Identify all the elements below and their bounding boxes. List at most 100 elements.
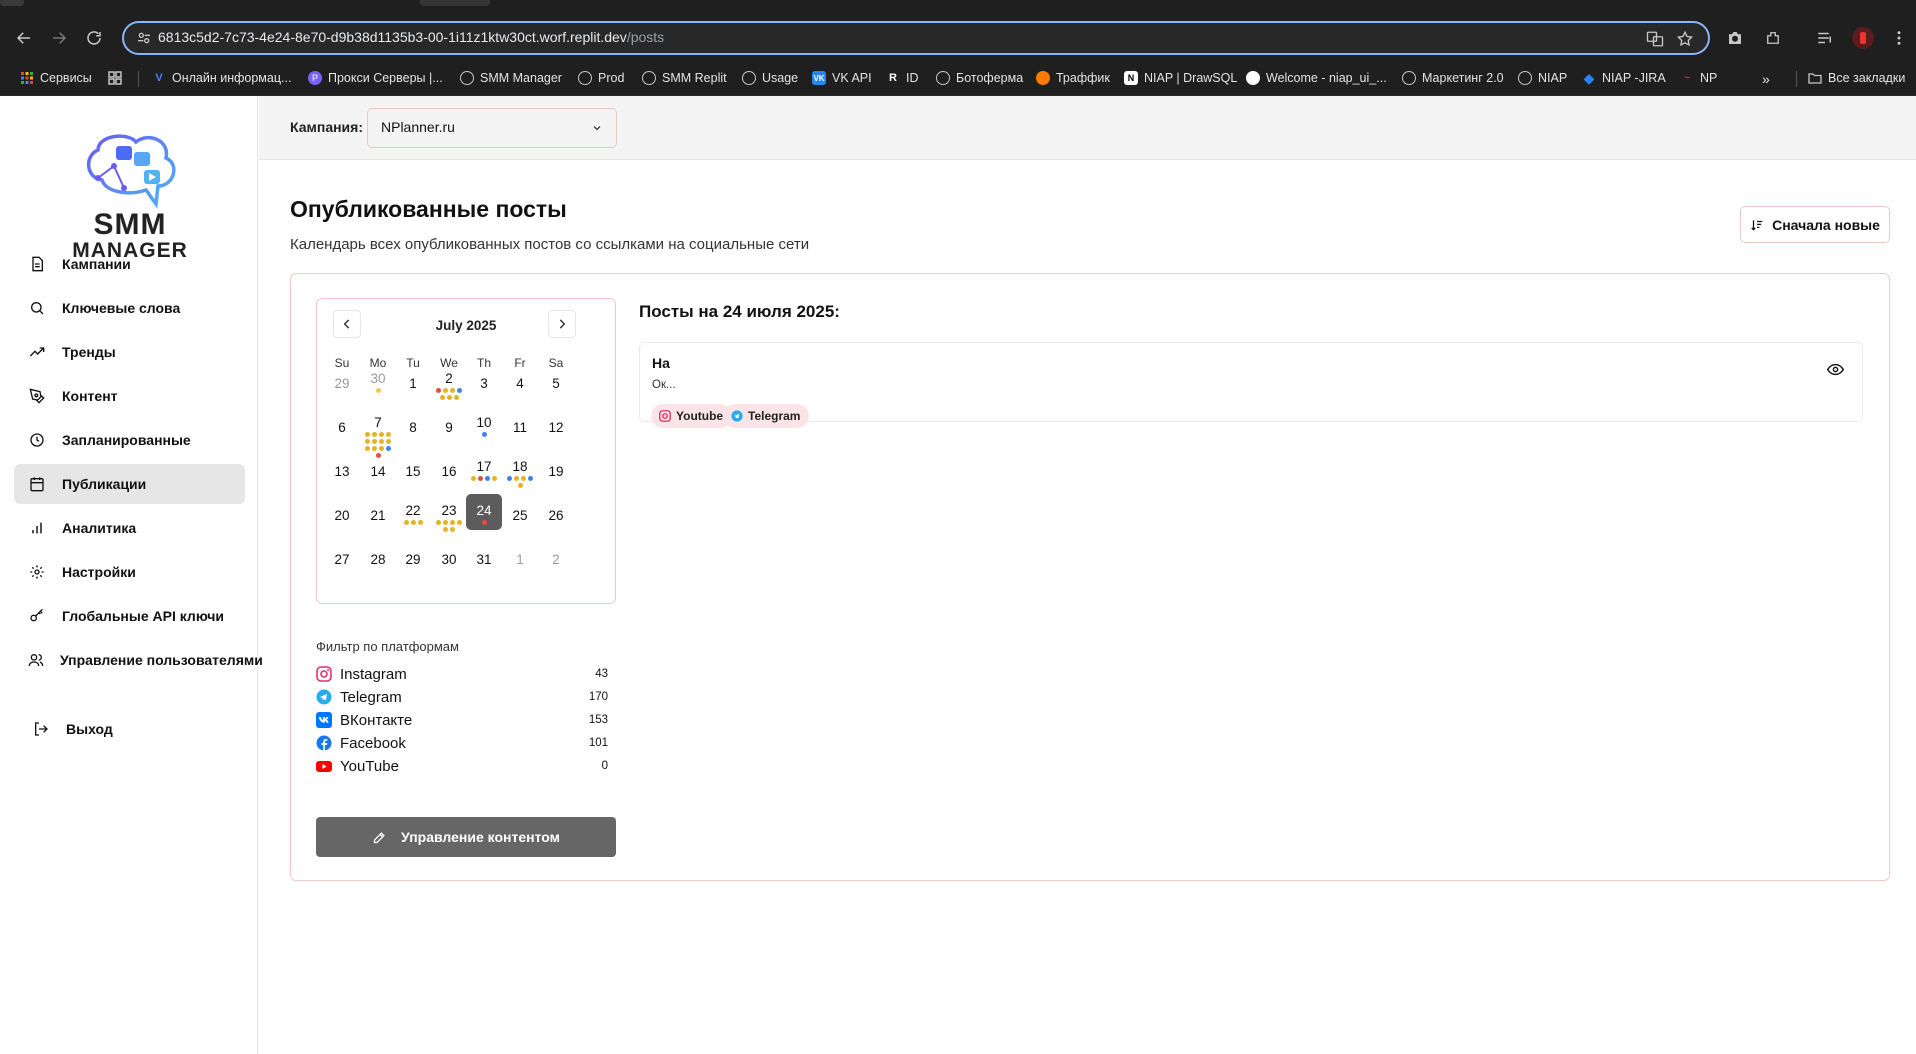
url-text: 6813c5d2-7c73-4e24-8e70-d9b38d1135b3-00-… bbox=[158, 29, 664, 45]
sort-newest-first-button[interactable]: Сначала новые bbox=[1740, 206, 1890, 243]
calendar-day[interactable]: 1 bbox=[502, 543, 538, 579]
calendar-day-number: 18 bbox=[512, 459, 528, 474]
sidebar-item-analytics[interactable]: Аналитика bbox=[14, 508, 245, 548]
site-settings-icon[interactable] bbox=[136, 30, 152, 46]
post-card[interactable]: На Ок... Youtube Telegram bbox=[639, 342, 1863, 428]
bookmark-label: Прокси Серверы |... bbox=[328, 71, 443, 85]
bookmark-item[interactable]: ◆ NIAP -JIRA bbox=[1582, 70, 1666, 86]
calendar-day[interactable]: 15 bbox=[395, 455, 431, 491]
bookmark-item[interactable]: R ID bbox=[886, 71, 918, 85]
back-arrow-icon[interactable] bbox=[10, 24, 38, 52]
media-queue-icon[interactable] bbox=[1816, 29, 1834, 47]
calendar-day[interactable]: 17 bbox=[466, 450, 502, 486]
sidebar-item-settings[interactable]: Настройки bbox=[14, 552, 245, 592]
calendar-day[interactable]: 6 bbox=[324, 411, 360, 447]
calendar-day[interactable]: 16 bbox=[431, 455, 467, 491]
sidebar-item-user-management[interactable]: Управление пользователями bbox=[14, 640, 263, 680]
calendar-day[interactable]: 31 bbox=[466, 543, 502, 579]
calendar-day[interactable]: 1 bbox=[395, 367, 431, 403]
calendar-day[interactable]: 12 bbox=[538, 411, 574, 447]
calendar-next-month-button[interactable] bbox=[548, 310, 576, 338]
forward-arrow-icon[interactable] bbox=[45, 24, 73, 52]
bookmark-item[interactable]: Prod bbox=[578, 71, 624, 85]
profile-avatar[interactable] bbox=[1852, 27, 1874, 49]
platform-filter-instagram[interactable]: Instagram 43 bbox=[316, 663, 616, 685]
sidebar-item-scheduled[interactable]: Запланированные bbox=[14, 420, 245, 460]
calendar-day[interactable]: 28 bbox=[360, 543, 396, 579]
calendar-day[interactable]: 18 bbox=[502, 450, 538, 488]
calendar-day-selected[interactable]: 24 bbox=[466, 494, 502, 530]
bookmark-item[interactable]: Маркетинг 2.0 bbox=[1402, 71, 1504, 85]
bookmark-item[interactable]: NIAP bbox=[1518, 71, 1567, 85]
bookmark-item[interactable]: Сервисы bbox=[20, 71, 92, 85]
bookmark-item[interactable]: Usage bbox=[742, 71, 798, 85]
calendar: July 2025 Su Mo Tu We Th Fr Sa 29 30 1 2 3 4 5 6 7 8 9 10… bbox=[316, 298, 616, 604]
calendar-day[interactable]: 30 bbox=[431, 543, 467, 579]
bookmark-item[interactable]: SMM Replit bbox=[642, 71, 727, 85]
calendar-day[interactable]: 22 bbox=[395, 494, 431, 530]
calendar-day[interactable]: 2 bbox=[538, 543, 574, 579]
calendar-day[interactable]: 7 bbox=[360, 406, 396, 458]
manage-content-button[interactable]: Управление контентом bbox=[316, 817, 616, 857]
camera-icon[interactable] bbox=[1726, 29, 1744, 47]
browser-tab-active[interactable] bbox=[420, 0, 490, 6]
bookmark-item[interactable]: Траффик bbox=[1036, 71, 1110, 85]
calendar-day[interactable]: 2 bbox=[431, 362, 467, 400]
platform-filter-facebook[interactable]: Facebook 101 bbox=[316, 732, 616, 754]
address-bar[interactable]: 6813c5d2-7c73-4e24-8e70-d9b38d1135b3-00-… bbox=[122, 21, 1710, 55]
translate-icon[interactable] bbox=[1646, 30, 1664, 48]
logout-button[interactable]: Выход bbox=[14, 709, 245, 749]
calendar-day[interactable]: 13 bbox=[324, 455, 360, 491]
calendar-day[interactable]: 29 bbox=[395, 543, 431, 579]
calendar-day[interactable]: 30 bbox=[360, 362, 396, 398]
sidebar-item-publications[interactable]: Публикации bbox=[14, 464, 245, 504]
sidebar-item-keywords[interactable]: Ключевые слова bbox=[14, 288, 245, 328]
sidebar-item-api-keys[interactable]: Глобальные API ключи bbox=[14, 596, 245, 636]
bookmark-item[interactable]: V Онлайн информац... bbox=[152, 71, 291, 85]
calendar-day[interactable]: 25 bbox=[502, 499, 538, 535]
sidebar-item-campaigns[interactable]: Кампании bbox=[14, 244, 245, 284]
calendar-day[interactable]: 27 bbox=[324, 543, 360, 579]
calendar-day[interactable]: 3 bbox=[466, 367, 502, 403]
star-icon[interactable] bbox=[1676, 30, 1694, 48]
extensions-icon[interactable] bbox=[1764, 29, 1782, 47]
bookmark-item[interactable]: P Прокси Серверы |... bbox=[308, 71, 443, 85]
reload-icon[interactable] bbox=[80, 24, 108, 52]
document-icon bbox=[28, 255, 46, 273]
calendar-day[interactable]: 10 bbox=[466, 406, 502, 442]
calendar-day[interactable]: 4 bbox=[502, 367, 538, 403]
post-platform-tag[interactable]: Telegram bbox=[723, 404, 810, 428]
bookmark-item[interactable]: SMM Manager bbox=[460, 71, 562, 85]
calendar-day[interactable]: 21 bbox=[360, 499, 396, 535]
sidebar-item-content[interactable]: Контент bbox=[14, 376, 245, 416]
calendar-day[interactable]: 14 bbox=[360, 455, 396, 491]
calendar-day[interactable]: 20 bbox=[324, 499, 360, 535]
calendar-day[interactable]: 29 bbox=[324, 367, 360, 403]
calendar-day[interactable]: 9 bbox=[431, 411, 467, 447]
campaign-select[interactable]: NPlanner.ru bbox=[367, 108, 617, 148]
bookmark-item[interactable] bbox=[108, 71, 122, 85]
post-platform-tag[interactable]: Youtube bbox=[651, 404, 733, 428]
calendar-day[interactable]: 8 bbox=[395, 411, 431, 447]
eye-icon[interactable] bbox=[1827, 361, 1844, 378]
kebab-menu-icon[interactable] bbox=[1890, 29, 1908, 47]
bookmark-item[interactable]: ~ NP bbox=[1680, 71, 1718, 85]
bookmark-item[interactable]: N NIAP | DrawSQL bbox=[1124, 71, 1237, 85]
calendar-day[interactable]: 23 bbox=[431, 494, 467, 532]
platform-filter-vk[interactable]: ВКонтакте 153 bbox=[316, 709, 616, 731]
bookmark-item[interactable]: Welcome - niap_ui_... bbox=[1246, 71, 1387, 85]
calendar-day[interactable]: 5 bbox=[538, 367, 574, 403]
calendar-day[interactable]: 26 bbox=[538, 499, 574, 535]
calendar-day[interactable]: 19 bbox=[538, 455, 574, 491]
platform-filter-youtube[interactable]: YouTube 0 bbox=[316, 755, 616, 777]
chevron-down-icon bbox=[591, 122, 603, 134]
all-bookmarks-button[interactable]: Все закладки bbox=[1808, 71, 1905, 85]
bookmark-item[interactable]: VK VK API bbox=[812, 71, 872, 85]
calendar-day[interactable]: 11 bbox=[502, 411, 538, 447]
bookmark-item[interactable]: Ботоферма bbox=[936, 71, 1023, 85]
sidebar-item-trends[interactable]: Тренды bbox=[14, 332, 245, 372]
more-bookmarks-chevron-icon[interactable]: » bbox=[1762, 71, 1770, 87]
platform-filter-telegram[interactable]: Telegram 170 bbox=[316, 686, 616, 708]
browser-tab[interactable] bbox=[0, 0, 24, 6]
sidebar-item-label: Ключевые слова bbox=[62, 300, 181, 316]
